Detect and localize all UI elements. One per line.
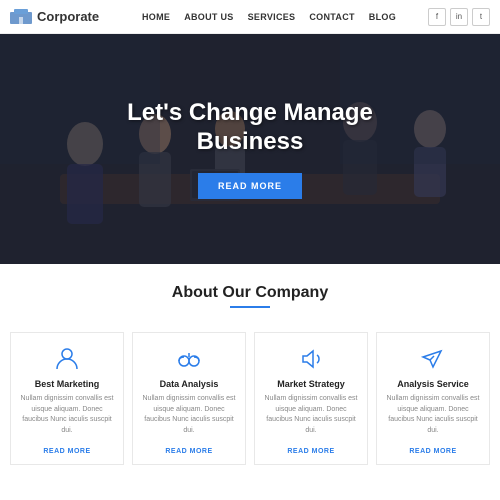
card-title-marketing: Best Marketing [19,379,115,389]
logo-text: Corporate [37,9,99,24]
card-text-strategy: Nullam dignissim convallis est uisque al… [263,394,359,436]
about-section: About Our Company [0,264,500,332]
nav-about[interactable]: ABOUT US [184,12,233,22]
card-best-marketing: Best Marketing Nullam dignissim convalli… [10,332,124,465]
card-text-marketing: Nullam dignissim convallis est uisque al… [19,394,115,436]
logo-icon [10,9,32,25]
send-icon [385,345,481,373]
linkedin-icon[interactable]: in [450,8,468,26]
person-icon [19,345,115,373]
card-title-service: Analysis Service [385,379,481,389]
card-data-analysis: Data Analysis Nullam dignissim convallis… [132,332,246,465]
hero-read-more-button[interactable]: READ MORE [198,173,302,199]
social-icons: f in t [428,8,490,26]
main-nav: HOME ABOUT US SERVICES CONTACT BLOG [110,12,428,22]
card-title-strategy: Market Strategy [263,379,359,389]
hero-title: Let's Change Manage Business [127,99,373,157]
about-title: About Our Company [15,284,485,302]
card-text-analysis: Nullam dignissim convallis est uisque al… [141,394,237,436]
facebook-icon[interactable]: f [428,8,446,26]
hero-content: Let's Change Manage Business READ MORE [0,34,500,264]
card-title-analysis: Data Analysis [141,379,237,389]
card-link-analysis[interactable]: READ MORE [165,448,212,455]
nav-contact[interactable]: CONTACT [309,12,354,22]
megaphone-icon [263,345,359,373]
header: Corporate HOME ABOUT US SERVICES CONTACT… [0,0,500,34]
card-analysis-service: Analysis Service Nullam dignissim conval… [376,332,490,465]
card-market-strategy: Market Strategy Nullam dignissim convall… [254,332,368,465]
card-link-strategy[interactable]: READ MORE [287,448,334,455]
nav-blog[interactable]: BLOG [369,12,396,22]
cards-row: Best Marketing Nullam dignissim convalli… [0,332,500,465]
card-text-service: Nullam dignissim convallis est uisque al… [385,394,481,436]
card-link-service[interactable]: READ MORE [409,448,456,455]
nav-services[interactable]: SERVICES [248,12,296,22]
twitter-icon[interactable]: t [472,8,490,26]
glasses-icon [141,345,237,373]
logo-area: Corporate [10,9,110,25]
card-link-marketing[interactable]: READ MORE [43,448,90,455]
hero-section: Let's Change Manage Business READ MORE [0,34,500,264]
nav-home[interactable]: HOME [142,12,170,22]
about-underline [230,306,270,308]
